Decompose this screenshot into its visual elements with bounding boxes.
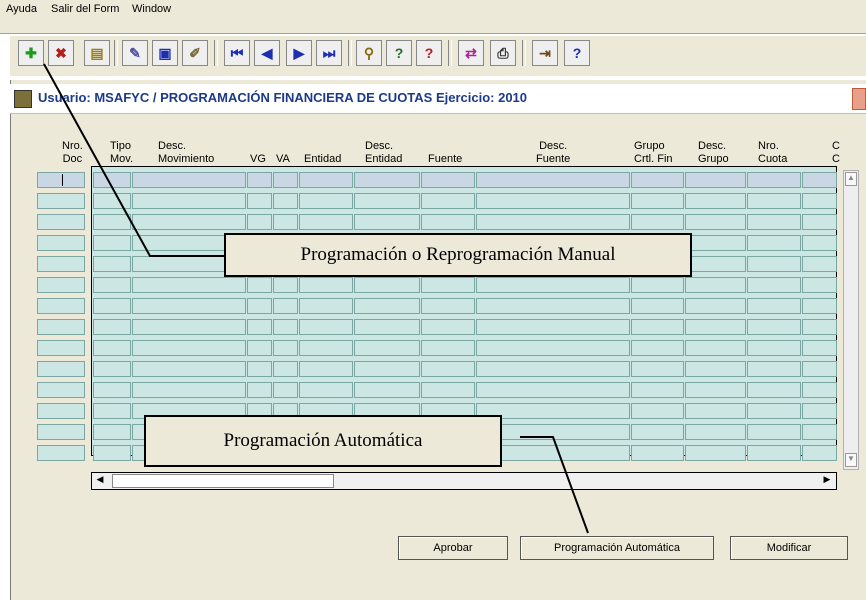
automatic-programming-button[interactable]: Programación Automática — [520, 536, 714, 560]
auto-arrow — [520, 436, 589, 534]
modify-button[interactable]: Modificar — [730, 536, 848, 560]
manual-arrow — [43, 63, 224, 257]
approve-button[interactable]: Aprobar — [398, 536, 508, 560]
annotation-arrows — [43, 63, 589, 534]
automatic-callout: Programación Automática — [144, 415, 502, 467]
manual-callout: Programación o Reprogramación Manual — [224, 233, 692, 277]
